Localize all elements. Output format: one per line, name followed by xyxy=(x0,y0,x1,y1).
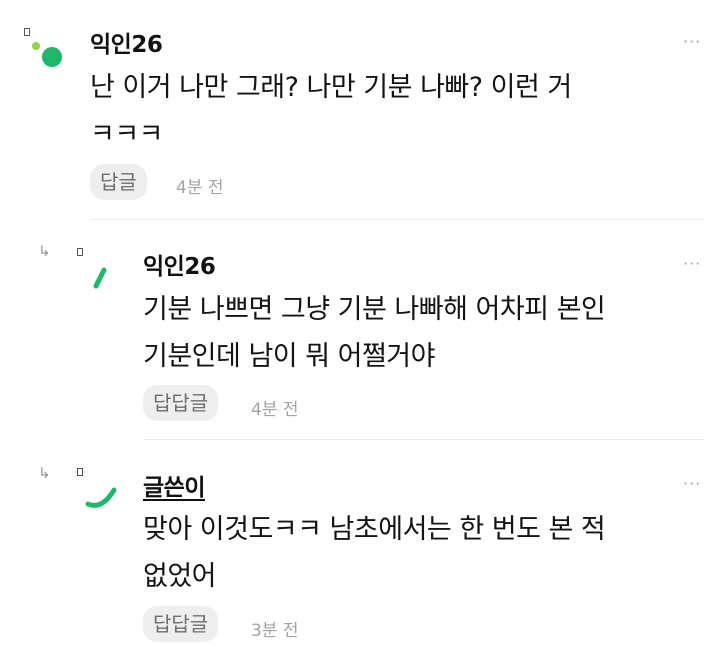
timestamp: 3분 전 xyxy=(251,621,299,641)
comment-1: 익인26 ··· 난 이거 나만 그래? 나만 기분 나빠? 이런 거 ㅋㅋㅋ … xyxy=(0,0,720,220)
reply-arrow-icon: ↳ xyxy=(38,242,51,260)
reply-button[interactable]: 답답글 xyxy=(143,606,219,642)
avatar xyxy=(32,42,62,67)
comment-2: ↳ 익인26 ··· 기분 나쁘면 그냥 기분 나빠해 어차피 본인 기분인데 … xyxy=(0,220,720,440)
author-username[interactable]: 글쓴이 xyxy=(143,468,205,502)
comment-text: 기분 나쁘면 그냥 기분 나빠해 어차피 본인 기분인데 남이 뭐 어쩔거야 xyxy=(143,294,606,372)
new-marker-icon xyxy=(77,248,83,256)
username[interactable]: 익인26 xyxy=(143,247,216,281)
comment-3: ↳ 글쓴이 ··· 맞아 이것도ㅋㅋ 남초에서는 한 번도 본 적 없었어 답답… xyxy=(0,440,720,647)
avatar xyxy=(93,267,107,289)
timestamp: 4분 전 xyxy=(176,178,224,198)
avatar xyxy=(85,487,117,508)
comment-text: 맞아 이것도ㅋㅋ 남초에서는 한 번도 본 적 없었어 xyxy=(143,514,606,592)
new-marker-icon xyxy=(24,28,30,36)
reply-button[interactable]: 답답글 xyxy=(143,385,219,421)
timestamp: 4분 전 xyxy=(251,400,299,420)
username[interactable]: 익인26 xyxy=(90,25,163,59)
reply-button[interactable]: 답글 xyxy=(90,164,147,200)
reply-arrow-icon: ↳ xyxy=(38,464,51,482)
more-options-icon[interactable]: ··· xyxy=(683,474,701,493)
comment-text: 난 이거 나만 그래? 나만 기분 나빠? 이런 거 ㅋㅋㅋ xyxy=(90,72,572,150)
more-options-icon[interactable]: ··· xyxy=(683,32,701,51)
more-options-icon[interactable]: ··· xyxy=(683,254,701,273)
new-marker-icon xyxy=(77,468,83,476)
